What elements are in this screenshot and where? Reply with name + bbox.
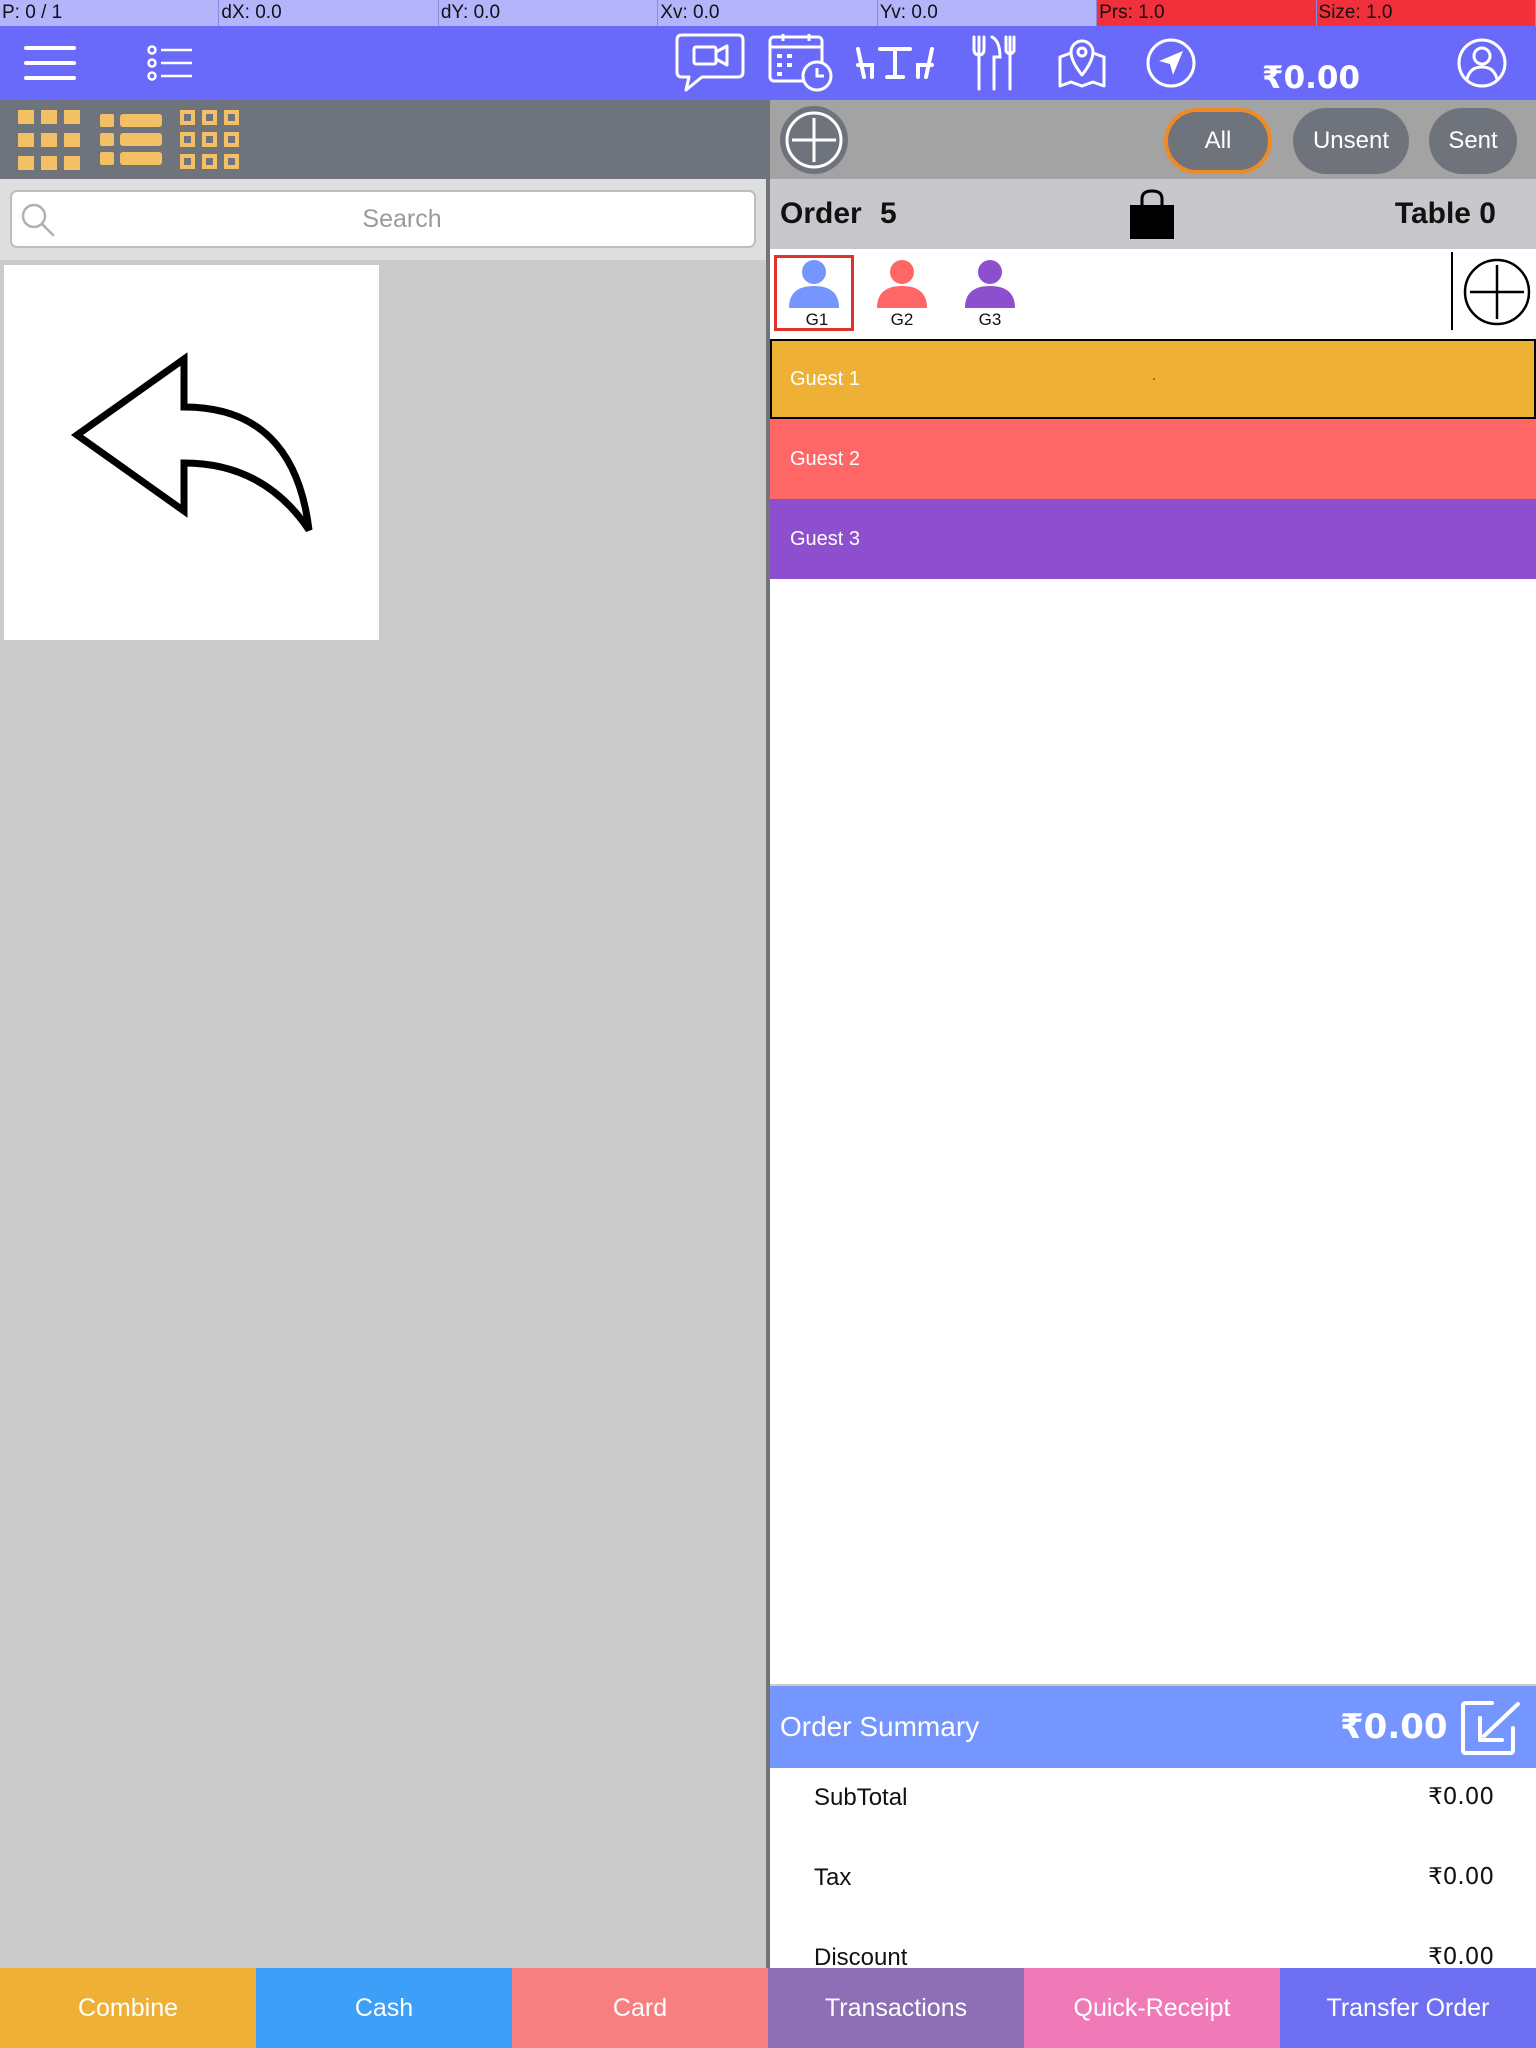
summary-row-value: ₹0.00 — [1428, 1864, 1494, 1890]
profile-icon[interactable] — [1452, 26, 1512, 100]
guest-selector: G1 G2 G3 — [770, 249, 1536, 339]
cash-button[interactable]: Cash — [256, 1968, 512, 2048]
plus-circle-icon — [1463, 258, 1531, 326]
transfer-order-button[interactable]: Transfer Order — [1280, 1968, 1536, 2048]
summary-row-label: SubTotal — [814, 1784, 908, 1811]
summary-row-discount: Discount ₹0.00 — [814, 1944, 1494, 1968]
debug-overlay: P: 0 / 1 dX: 0.0 dY: 0.0 Xv: 0.0 Yv: 0.0… — [0, 0, 1536, 26]
guest-chip-g2[interactable]: G2 — [862, 255, 942, 331]
tables-icon[interactable] — [852, 26, 938, 100]
order-summary-header[interactable]: Order Summary ₹0.00 — [770, 1686, 1536, 1768]
search-icon — [20, 202, 56, 238]
filter-all-button[interactable]: All — [1164, 108, 1272, 174]
summary-row-value: ₹0.00 — [1428, 1944, 1494, 1968]
order-summary-title: Order Summary — [780, 1711, 980, 1742]
order-summary-body: SubTotal ₹0.00 Tax ₹0.00 Discount ₹0.00 — [770, 1768, 1536, 1968]
person-icon — [965, 260, 1015, 308]
list-icon[interactable] — [142, 26, 198, 100]
order-number: 5 — [880, 197, 897, 230]
debug-pointer: P: 0 / 1 — [0, 0, 220, 26]
guest-chip-g3[interactable]: G3 — [950, 255, 1030, 331]
action-bar: Combine Cash Card Transactions Quick-Rec… — [0, 1968, 1536, 2048]
order-summary-total: ₹0.00 — [1340, 1707, 1448, 1747]
summary-row-tax: Tax ₹0.00 — [814, 1864, 1494, 1904]
guest-chip-g1[interactable]: G1 — [774, 255, 854, 331]
search-input[interactable] — [62, 192, 742, 246]
debug-pressure: Prs: 1.0 — [1097, 0, 1317, 26]
plus-circle-icon — [785, 111, 843, 169]
guest-chip-label: G2 — [890, 310, 914, 329]
filter-unsent-button[interactable]: Unsent — [1293, 108, 1409, 174]
person-icon — [789, 260, 839, 308]
back-tile[interactable] — [4, 265, 379, 640]
grid-small-view-icon[interactable] — [180, 110, 240, 170]
guest-row-3[interactable]: Guest 3 — [770, 499, 1536, 579]
summary-row-label: Discount — [814, 1944, 908, 1968]
balance-amount: ₹0.00 — [1262, 60, 1361, 96]
debug-dy: dY: 0.0 — [438, 0, 659, 26]
list-view-icon[interactable] — [100, 114, 162, 166]
add-order-button[interactable] — [780, 106, 848, 174]
order-filter-bar: All Unsent Sent — [770, 100, 1536, 179]
guest-row-label: Guest 2 — [790, 448, 861, 470]
debug-xv: Xv: 0.0 — [658, 0, 878, 26]
map-pin-icon[interactable] — [1052, 26, 1112, 100]
order-header: Order 5 Table 0 — [770, 179, 1536, 249]
collapse-summary-icon[interactable] — [1460, 1700, 1522, 1756]
guest-chip-label: G1 — [805, 310, 829, 329]
navigation-icon[interactable] — [1142, 26, 1200, 100]
debug-yv: Yv: 0.0 — [877, 0, 1098, 26]
chip-divider — [1451, 252, 1453, 330]
guest-row-2[interactable]: Guest 2 — [770, 419, 1536, 499]
cursor-dot — [1153, 378, 1155, 380]
debug-dx: dX: 0.0 — [219, 0, 439, 26]
person-icon — [877, 260, 927, 308]
quick-receipt-button[interactable]: Quick-Receipt — [1024, 1968, 1280, 2048]
cutlery-icon[interactable] — [964, 26, 1020, 100]
transactions-button[interactable]: Transactions — [768, 1968, 1024, 2048]
guest-list: Guest 1 Guest 2 Guest 3 — [770, 339, 1536, 1684]
order-label: Order — [780, 197, 862, 230]
guest-row-1[interactable]: Guest 1 — [770, 339, 1536, 419]
guest-row-label: Guest 3 — [790, 528, 861, 550]
combine-button[interactable]: Combine — [0, 1968, 256, 2048]
search-bar — [0, 179, 766, 260]
add-guest-button[interactable] — [1462, 257, 1532, 327]
guest-chip-label: G3 — [978, 310, 1002, 329]
shopping-bag-icon[interactable] — [1128, 189, 1176, 241]
top-app-bar: ₹0.00 — [0, 26, 1536, 100]
search-box — [10, 190, 756, 248]
calendar-clock-icon[interactable] — [766, 26, 836, 100]
video-chat-icon[interactable] — [672, 26, 748, 100]
summary-row-value: ₹0.00 — [1428, 1784, 1494, 1810]
grid-large-view-icon[interactable] — [18, 110, 80, 170]
filter-sent-button[interactable]: Sent — [1429, 108, 1517, 174]
summary-row-subtotal: SubTotal ₹0.00 — [814, 1784, 1494, 1824]
menu-icon[interactable] — [18, 26, 82, 100]
table-label: Table 0 — [1394, 197, 1496, 230]
debug-size: Size: 1.0 — [1316, 0, 1536, 26]
view-mode-bar — [0, 100, 766, 179]
summary-row-label: Tax — [814, 1864, 852, 1891]
guest-row-label: Guest 1 — [790, 368, 861, 390]
back-arrow-icon — [70, 352, 313, 532]
card-button[interactable]: Card — [512, 1968, 768, 2048]
